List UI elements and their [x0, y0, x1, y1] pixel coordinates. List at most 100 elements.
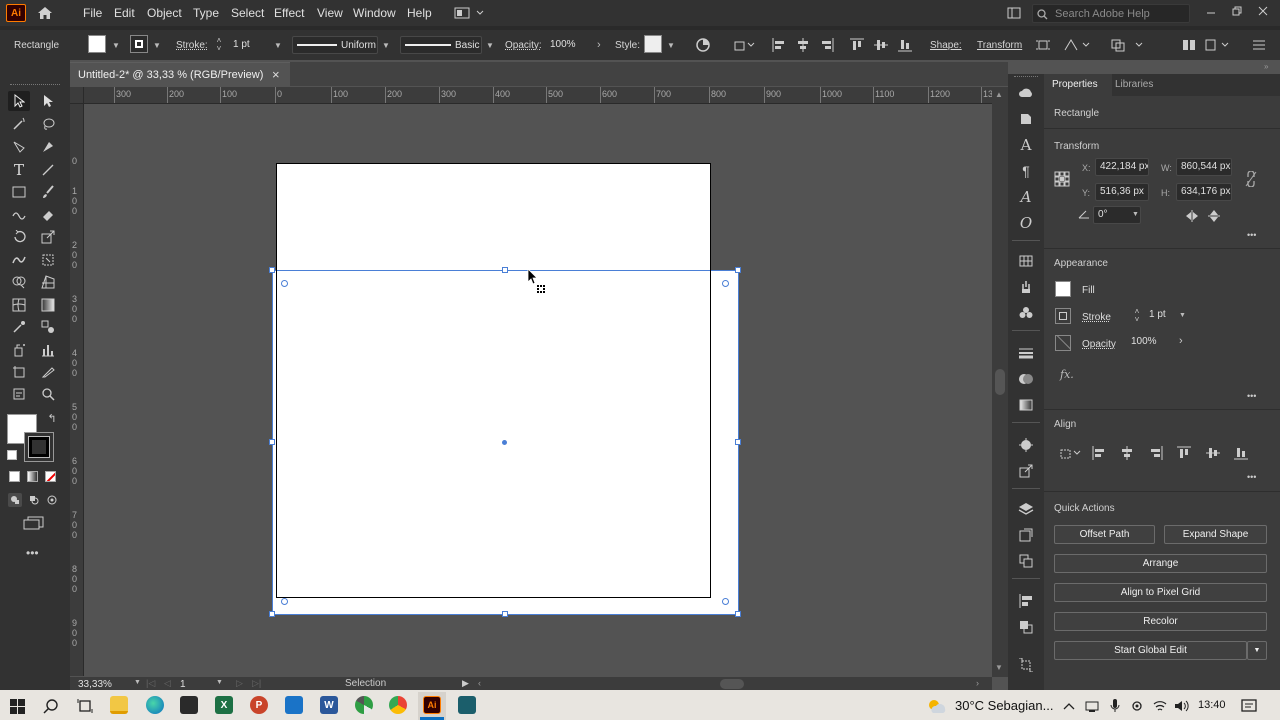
scale-tool-icon[interactable]	[37, 227, 59, 247]
menu-type[interactable]: Type	[193, 6, 219, 20]
pathfinder-panel-icon[interactable]	[1016, 618, 1036, 636]
align-horizontal-center-icon[interactable]	[1118, 445, 1136, 461]
path-icon[interactable]	[1062, 36, 1092, 54]
more-options-icon[interactable]: •••	[1247, 230, 1256, 240]
tab-properties[interactable]: Properties	[1044, 74, 1112, 96]
last-artboard-icon[interactable]: ▷|	[252, 678, 261, 689]
volume-icon[interactable]	[1174, 698, 1190, 714]
menu-select[interactable]: Select	[231, 6, 264, 20]
cc-libraries-icon[interactable]	[1016, 84, 1036, 102]
chevron-up-icon[interactable]	[1062, 698, 1076, 714]
shaper-tool-icon[interactable]	[8, 205, 30, 225]
chevron-down-icon[interactable]: ▼	[216, 679, 223, 686]
selection-handle-top-right[interactable]	[735, 267, 741, 273]
app-icon[interactable]	[355, 696, 373, 714]
opacity-field[interactable]: 100%	[1126, 333, 1174, 351]
swatches-icon[interactable]	[1016, 252, 1036, 270]
transform-panel-icon[interactable]	[1016, 656, 1036, 674]
zoom-tool-icon[interactable]	[37, 384, 59, 404]
rectangle-tool-icon[interactable]	[8, 182, 30, 202]
panel-menu-icon[interactable]	[1250, 36, 1268, 54]
hand-tool-icon[interactable]	[8, 384, 30, 404]
chevron-down-icon[interactable]: ▼	[134, 679, 141, 686]
gradient-mode-icon[interactable]	[27, 471, 38, 482]
magic-wand-tool-icon[interactable]	[8, 114, 30, 134]
screen-mode-icon[interactable]	[22, 515, 46, 531]
align-to-icon[interactable]	[732, 36, 756, 54]
first-artboard-icon[interactable]: |◁	[146, 678, 155, 689]
align-left-icon[interactable]	[1090, 445, 1108, 461]
perspective-grid-tool-icon[interactable]	[37, 272, 59, 292]
pathfinder-icon[interactable]	[1108, 36, 1146, 54]
shape-label[interactable]: Shape:	[930, 40, 962, 51]
canvas-area[interactable]	[84, 104, 992, 676]
selection-tool-icon[interactable]	[8, 91, 30, 111]
stroke-swatch[interactable]	[1055, 308, 1071, 324]
effects-fx-label[interactable]: fx.	[1060, 368, 1074, 381]
align-bottom-icon[interactable]	[1232, 445, 1250, 461]
stroke-panel-icon[interactable]	[1016, 344, 1036, 362]
notification-icon[interactable]	[1240, 697, 1258, 715]
tab-libraries[interactable]: Libraries	[1115, 79, 1153, 90]
chevron-down-icon[interactable]: ▼	[1179, 312, 1186, 319]
rotate-tool-icon[interactable]	[8, 227, 30, 247]
graphic-style-swatch[interactable]	[644, 35, 662, 53]
height-field[interactable]: 634,176 px	[1176, 183, 1232, 201]
glyphs-icon[interactable]: O	[1016, 214, 1036, 232]
character-icon[interactable]: A	[1016, 136, 1036, 154]
scroll-left-icon[interactable]: ‹	[478, 678, 481, 688]
more-options-icon[interactable]: •••	[1247, 472, 1256, 482]
reference-point-icon[interactable]	[1053, 170, 1071, 188]
chevron-down-icon[interactable]: ▼	[667, 41, 675, 50]
chevron-down-icon[interactable]: ▼	[1132, 211, 1139, 218]
slice-tool-icon[interactable]	[37, 362, 59, 382]
next-artboard-icon[interactable]: ▷	[236, 678, 243, 689]
tab-close-icon[interactable]: ×	[272, 67, 280, 82]
blend-tool-icon[interactable]	[37, 317, 59, 337]
previous-artboard-icon[interactable]: ◁	[164, 678, 171, 689]
selection-handle-bottom-left[interactable]	[269, 611, 275, 617]
chevron-right-icon[interactable]: ›	[597, 39, 605, 51]
align-center-icon[interactable]	[794, 36, 812, 54]
selection-handle-top-left[interactable]	[269, 267, 275, 273]
wifi-icon[interactable]	[1152, 698, 1168, 714]
line-tool-icon[interactable]	[37, 160, 59, 180]
export-asset-icon[interactable]	[1016, 462, 1036, 480]
search-help-input[interactable]: Search Adobe Help	[1032, 4, 1190, 23]
chevron-down-icon[interactable]: ▼	[382, 41, 390, 50]
opentype-icon[interactable]: A	[1016, 188, 1036, 206]
shape-builder-tool-icon[interactable]	[8, 272, 30, 292]
clock-time[interactable]: 13:40	[1198, 699, 1226, 711]
align-middle-icon[interactable]	[872, 36, 890, 54]
live-corner-widget[interactable]	[722, 280, 729, 287]
stroke-color-box[interactable]	[24, 432, 54, 462]
align-right-icon[interactable]	[1147, 445, 1165, 461]
align-left-icon[interactable]	[770, 36, 788, 54]
arrange-icon[interactable]	[1204, 36, 1232, 54]
artboards-panel-icon[interactable]	[1016, 526, 1036, 544]
chevron-down-icon[interactable]: ▼	[486, 41, 494, 50]
align-vertical-center-icon[interactable]	[1204, 445, 1222, 461]
stepper-icon[interactable]: ˄ ˅	[1132, 307, 1142, 325]
windows-start-icon[interactable]	[8, 697, 26, 715]
draw-normal-icon[interactable]	[8, 493, 22, 507]
libraries-icon[interactable]	[1016, 110, 1036, 128]
document-tab[interactable]: Untitled-2* @ 33,33 % (RGB/Preview) ×	[70, 62, 290, 86]
selection-handle-top-center[interactable]	[502, 267, 508, 273]
pen-tool-icon[interactable]	[8, 137, 30, 157]
swap-fill-stroke-icon[interactable]: ↰	[46, 412, 58, 425]
excel-icon[interactable]: X	[215, 696, 233, 714]
status-menu-icon[interactable]: ▶	[462, 678, 469, 689]
default-colors-icon[interactable]	[7, 450, 17, 460]
symbols-icon[interactable]	[1016, 304, 1036, 322]
task-view-icon[interactable]	[76, 697, 94, 715]
illustrator-taskbar-icon[interactable]: Ai	[423, 696, 441, 714]
edge-browser-icon[interactable]	[146, 696, 164, 714]
menu-view[interactable]: View	[317, 6, 343, 20]
microphone-icon[interactable]	[1108, 698, 1122, 714]
menu-object[interactable]: Object	[147, 6, 182, 20]
close-icon[interactable]	[1254, 3, 1272, 19]
color-guide-icon[interactable]	[1016, 436, 1036, 454]
chevron-down-icon[interactable]: ▼	[274, 41, 282, 50]
eyedropper-tool-icon[interactable]	[8, 317, 30, 337]
